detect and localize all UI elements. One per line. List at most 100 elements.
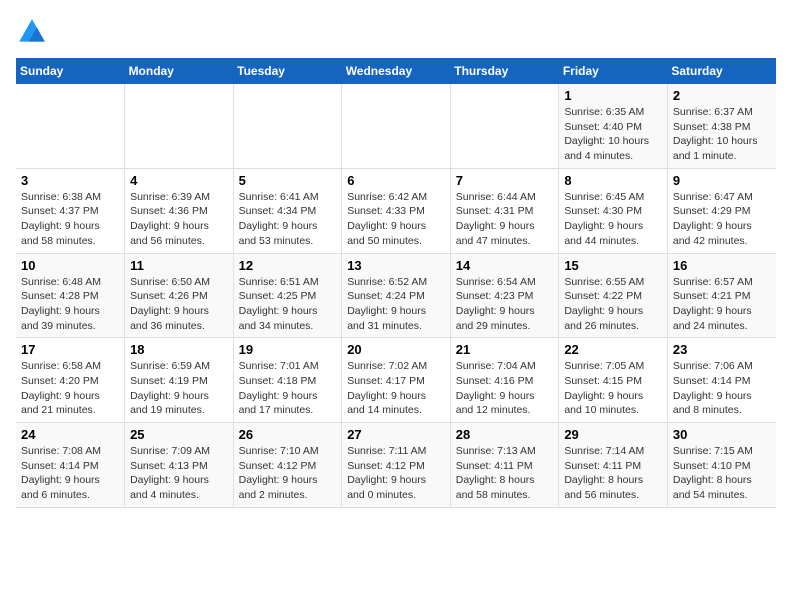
day-cell: 19 Sunrise: 7:01 AMSunset: 4:18 PMDayligh…: [233, 338, 342, 423]
day-number: 8: [564, 173, 662, 188]
day-number: 4: [130, 173, 228, 188]
day-cell: 18 Sunrise: 6:59 AMSunset: 4:19 PMDayligh…: [125, 338, 234, 423]
day-cell: 20 Sunrise: 7:02 AMSunset: 4:17 PMDayligh…: [342, 338, 451, 423]
day-info: Sunrise: 7:13 AMSunset: 4:11 PMDaylight:…: [456, 444, 554, 503]
day-cell: 24 Sunrise: 7:08 AMSunset: 4:14 PMDayligh…: [16, 423, 125, 508]
day-cell: 9Sunrise: 6:47 AMSunset: 4:29 PMDaylight…: [667, 168, 776, 253]
day-cell: 14 Sunrise: 6:54 AMSunset: 4:23 PMDayligh…: [450, 253, 559, 338]
week-row-5: 24 Sunrise: 7:08 AMSunset: 4:14 PMDayligh…: [16, 423, 776, 508]
day-number: 6: [347, 173, 445, 188]
day-number: 16: [673, 258, 771, 273]
day-number: 20: [347, 342, 445, 357]
day-cell: 6 Sunrise: 6:42 AMSunset: 4:33 PMDaylight…: [342, 168, 451, 253]
col-header-friday: Friday: [559, 58, 668, 84]
day-number: 5: [239, 173, 337, 188]
day-number: 27: [347, 427, 445, 442]
col-header-monday: Monday: [125, 58, 234, 84]
day-info: Sunrise: 6:59 AMSunset: 4:19 PMDaylight:…: [130, 359, 228, 418]
day-number: 30: [673, 427, 771, 442]
day-number: 26: [239, 427, 337, 442]
day-info: Sunrise: 6:54 AMSunset: 4:23 PMDaylight:…: [456, 275, 554, 334]
day-info: Sunrise: 6:44 AMSunset: 4:31 PMDaylight:…: [456, 190, 554, 249]
week-row-1: 1 Sunrise: 6:35 AMSunset: 4:40 PMDaylight…: [16, 84, 776, 168]
col-header-tuesday: Tuesday: [233, 58, 342, 84]
week-row-3: 10 Sunrise: 6:48 AMSunset: 4:28 PMDayligh…: [16, 253, 776, 338]
day-cell: 17 Sunrise: 6:58 AMSunset: 4:20 PMDayligh…: [16, 338, 125, 423]
day-cell: 4 Sunrise: 6:39 AMSunset: 4:36 PMDaylight…: [125, 168, 234, 253]
day-cell: 28Sunrise: 7:13 AMSunset: 4:11 PMDayligh…: [450, 423, 559, 508]
day-number: 12: [239, 258, 337, 273]
day-number: 24: [21, 427, 119, 442]
day-number: 17: [21, 342, 119, 357]
day-info: Sunrise: 6:58 AMSunset: 4:20 PMDaylight:…: [21, 359, 119, 418]
day-cell: [16, 84, 125, 168]
day-cell: [125, 84, 234, 168]
day-info: Sunrise: 7:08 AMSunset: 4:14 PMDaylight:…: [21, 444, 119, 503]
col-header-thursday: Thursday: [450, 58, 559, 84]
day-info: Sunrise: 7:01 AMSunset: 4:18 PMDaylight:…: [239, 359, 337, 418]
header: [16, 16, 776, 48]
day-info: Sunrise: 6:57 AMSunset: 4:21 PMDaylight:…: [673, 275, 771, 334]
day-cell: 1 Sunrise: 6:35 AMSunset: 4:40 PMDaylight…: [559, 84, 668, 168]
day-number: 13: [347, 258, 445, 273]
day-cell: 10 Sunrise: 6:48 AMSunset: 4:28 PMDayligh…: [16, 253, 125, 338]
day-info: Sunrise: 6:48 AMSunset: 4:28 PMDaylight:…: [21, 275, 119, 334]
day-info: Sunrise: 7:09 AMSunset: 4:13 PMDaylight:…: [130, 444, 228, 503]
day-info: Sunrise: 6:35 AMSunset: 4:40 PMDaylight:…: [564, 105, 662, 164]
day-number: 29: [564, 427, 662, 442]
day-cell: 2 Sunrise: 6:37 AMSunset: 4:38 PMDaylight…: [667, 84, 776, 168]
day-cell: 13Sunrise: 6:52 AMSunset: 4:24 PMDayligh…: [342, 253, 451, 338]
day-number: 3: [21, 173, 119, 188]
day-info: Sunrise: 6:38 AMSunset: 4:37 PMDaylight:…: [21, 190, 119, 249]
day-cell: 8 Sunrise: 6:45 AMSunset: 4:30 PMDaylight…: [559, 168, 668, 253]
week-row-2: 3 Sunrise: 6:38 AMSunset: 4:37 PMDaylight…: [16, 168, 776, 253]
day-info: Sunrise: 7:14 AMSunset: 4:11 PMDaylight:…: [564, 444, 662, 503]
day-cell: 23 Sunrise: 7:06 AMSunset: 4:14 PMDayligh…: [667, 338, 776, 423]
day-cell: 3 Sunrise: 6:38 AMSunset: 4:37 PMDaylight…: [16, 168, 125, 253]
calendar-table: SundayMondayTuesdayWednesdayThursdayFrid…: [16, 58, 776, 508]
day-info: Sunrise: 7:11 AMSunset: 4:12 PMDaylight:…: [347, 444, 445, 503]
day-cell: [233, 84, 342, 168]
logo: [16, 16, 52, 48]
day-number: 14: [456, 258, 554, 273]
day-info: Sunrise: 6:50 AMSunset: 4:26 PMDaylight:…: [130, 275, 228, 334]
calendar-header-row: SundayMondayTuesdayWednesdayThursdayFrid…: [16, 58, 776, 84]
day-info: Sunrise: 7:10 AMSunset: 4:12 PMDaylight:…: [239, 444, 337, 503]
day-info: Sunrise: 7:05 AMSunset: 4:15 PMDaylight:…: [564, 359, 662, 418]
day-number: 7: [456, 173, 554, 188]
col-header-sunday: Sunday: [16, 58, 125, 84]
day-info: Sunrise: 7:06 AMSunset: 4:14 PMDaylight:…: [673, 359, 771, 418]
day-cell: 25 Sunrise: 7:09 AMSunset: 4:13 PMDayligh…: [125, 423, 234, 508]
day-cell: 15Sunrise: 6:55 AMSunset: 4:22 PMDayligh…: [559, 253, 668, 338]
logo-icon: [16, 16, 48, 48]
day-number: 23: [673, 342, 771, 357]
day-info: Sunrise: 6:41 AMSunset: 4:34 PMDaylight:…: [239, 190, 337, 249]
day-cell: [342, 84, 451, 168]
day-info: Sunrise: 6:37 AMSunset: 4:38 PMDaylight:…: [673, 105, 771, 164]
day-number: 1: [564, 88, 662, 103]
day-cell: 30 Sunrise: 7:15 AMSunset: 4:10 PMDayligh…: [667, 423, 776, 508]
day-info: Sunrise: 6:42 AMSunset: 4:33 PMDaylight:…: [347, 190, 445, 249]
day-number: 21: [456, 342, 554, 357]
day-info: Sunrise: 6:51 AMSunset: 4:25 PMDaylight:…: [239, 275, 337, 334]
day-number: 25: [130, 427, 228, 442]
day-info: Sunrise: 7:15 AMSunset: 4:10 PMDaylight:…: [673, 444, 771, 503]
col-header-saturday: Saturday: [667, 58, 776, 84]
day-info: Sunrise: 6:45 AMSunset: 4:30 PMDaylight:…: [564, 190, 662, 249]
day-info: Sunrise: 6:47 AMSunset: 4:29 PMDaylight:…: [673, 190, 771, 249]
week-row-4: 17 Sunrise: 6:58 AMSunset: 4:20 PMDayligh…: [16, 338, 776, 423]
col-header-wednesday: Wednesday: [342, 58, 451, 84]
day-info: Sunrise: 6:55 AMSunset: 4:22 PMDaylight:…: [564, 275, 662, 334]
day-number: 18: [130, 342, 228, 357]
day-cell: 27 Sunrise: 7:11 AMSunset: 4:12 PMDayligh…: [342, 423, 451, 508]
day-cell: 16 Sunrise: 6:57 AMSunset: 4:21 PMDayligh…: [667, 253, 776, 338]
day-cell: 22Sunrise: 7:05 AMSunset: 4:15 PMDayligh…: [559, 338, 668, 423]
day-info: Sunrise: 6:39 AMSunset: 4:36 PMDaylight:…: [130, 190, 228, 249]
day-info: Sunrise: 7:02 AMSunset: 4:17 PMDaylight:…: [347, 359, 445, 418]
day-number: 19: [239, 342, 337, 357]
day-number: 2: [673, 88, 771, 103]
day-cell: [450, 84, 559, 168]
day-cell: 29 Sunrise: 7:14 AMSunset: 4:11 PMDayligh…: [559, 423, 668, 508]
day-cell: 7 Sunrise: 6:44 AMSunset: 4:31 PMDaylight…: [450, 168, 559, 253]
day-number: 10: [21, 258, 119, 273]
